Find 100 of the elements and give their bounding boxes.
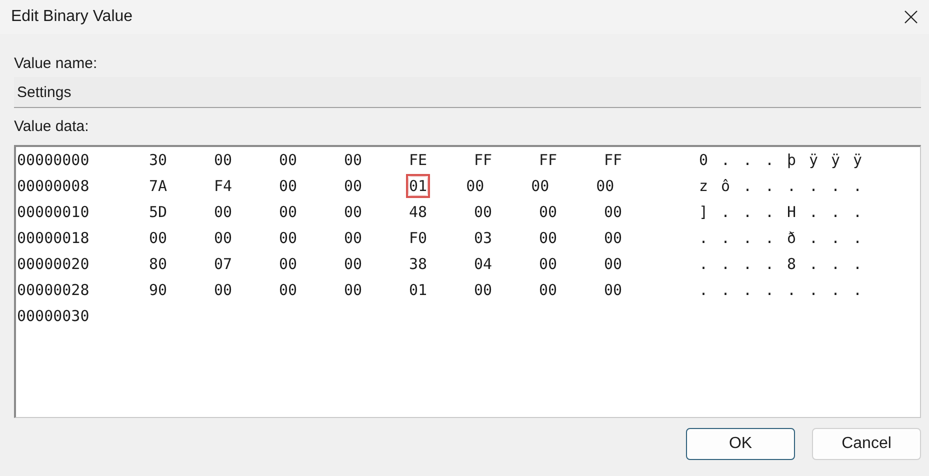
ascii-char: ÿ <box>809 151 820 169</box>
ascii-char: . <box>853 203 864 221</box>
hex-byte: 5D <box>149 203 168 221</box>
ascii-char: . <box>853 255 864 273</box>
hex-byte: 00 <box>279 229 298 247</box>
ascii-char: H <box>787 203 798 221</box>
address-text: 00000008 <box>16 177 90 195</box>
ascii-char: . <box>853 281 864 299</box>
cancel-button[interactable]: Cancel <box>812 428 921 460</box>
ascii-char: . <box>765 255 776 273</box>
hex-byte: 00 <box>344 255 364 273</box>
address-text: 00000020 <box>16 255 90 273</box>
hex-editor[interactable] <box>14 145 921 418</box>
hex-byte: 00 <box>344 151 364 169</box>
hex-byte: 00 <box>531 177 550 195</box>
hex-byte: 00 <box>344 203 364 221</box>
ascii-char: ÿ <box>831 151 842 169</box>
hex-byte: 00 <box>604 203 624 221</box>
hex-byte: FF <box>474 151 494 169</box>
close-icon[interactable] <box>904 10 918 24</box>
hex-byte: 30 <box>149 151 168 169</box>
ascii-char: . <box>721 255 732 273</box>
ascii-char: . <box>765 203 776 221</box>
hex-byte: 00 <box>596 177 616 195</box>
hex-byte: 00 <box>149 229 168 247</box>
hex-byte: 00 <box>214 281 234 299</box>
ascii-char: . <box>831 177 842 195</box>
hex-byte: 00 <box>344 281 364 299</box>
field-label: Value name: <box>14 54 98 74</box>
hex-byte: 48 <box>409 203 428 221</box>
ascii-char: . <box>699 229 710 247</box>
ascii-char: . <box>809 177 820 195</box>
ascii-char: . <box>765 281 776 299</box>
field-label: Value data: <box>14 117 90 137</box>
ascii-char: ] <box>699 203 710 221</box>
ascii-char: z <box>699 177 710 195</box>
hex-byte: 00 <box>344 229 364 247</box>
ascii-char: . <box>809 203 820 221</box>
ascii-char: . <box>853 177 864 195</box>
ascii-char: . <box>831 229 842 247</box>
ascii-char: . <box>831 281 842 299</box>
ascii-char: . <box>809 281 820 299</box>
ascii-char: ð <box>787 229 798 247</box>
address-text: 00000010 <box>16 203 90 221</box>
hex-byte: 01 <box>409 281 428 299</box>
hex-byte: FF <box>604 151 624 169</box>
ascii-char: 8 <box>787 255 798 273</box>
ok-button[interactable]: OK <box>686 428 795 460</box>
hex-byte: 00 <box>604 229 624 247</box>
hex-byte: 00 <box>279 151 298 169</box>
hex-byte: 00 <box>344 177 364 195</box>
ascii-char: 0 <box>699 151 710 169</box>
hex-byte: 00 <box>279 281 298 299</box>
hex-byte: 00 <box>474 203 494 221</box>
ascii-char: . <box>765 229 776 247</box>
window-title: Edit Binary Value <box>11 8 133 26</box>
value-name-field[interactable]: Settings <box>14 77 921 108</box>
ascii-char: ÿ <box>853 151 864 169</box>
ascii-char: . <box>721 203 732 221</box>
ascii-char: . <box>765 177 776 195</box>
address-text: 00000030 <box>16 307 90 325</box>
hex-byte: 00 <box>279 203 298 221</box>
hex-byte: 00 <box>214 151 234 169</box>
hex-byte: 00 <box>539 255 558 273</box>
hex-byte: 00 <box>604 281 624 299</box>
hex-byte: 38 <box>409 255 428 273</box>
ascii-char: . <box>743 177 754 195</box>
ascii-char: . <box>809 229 820 247</box>
hex-byte: F4 <box>214 177 234 195</box>
ascii-char: . <box>831 203 842 221</box>
hex-byte: 00 <box>214 229 234 247</box>
ascii-char: . <box>831 255 842 273</box>
hex-byte: 07 <box>214 255 234 273</box>
address-text: 00000028 <box>16 281 90 299</box>
hex-byte: 04 <box>474 255 494 273</box>
hex-byte: F0 <box>409 229 428 247</box>
ascii-char: . <box>809 255 820 273</box>
ascii-char: . <box>699 281 710 299</box>
ascii-char: . <box>743 281 754 299</box>
hex-byte: 80 <box>149 255 168 273</box>
address-text: 00000000 <box>16 151 90 169</box>
hex-byte: 7A <box>149 177 168 195</box>
hex-byte: 00 <box>466 177 486 195</box>
hex-byte: 00 <box>604 255 624 273</box>
hex-byte: FE <box>409 151 428 169</box>
ascii-char: . <box>743 203 754 221</box>
hex-byte: 90 <box>149 281 168 299</box>
hex-byte: 00 <box>279 255 298 273</box>
hex-byte: 00 <box>539 229 558 247</box>
ascii-char: . <box>743 255 754 273</box>
hex-byte: FF <box>539 151 558 169</box>
ascii-char: . <box>787 177 798 195</box>
ascii-char: . <box>743 151 754 169</box>
ascii-char: . <box>721 281 732 299</box>
hex-byte: 00 <box>539 203 558 221</box>
ascii-char: ô <box>721 177 732 195</box>
ascii-char: . <box>765 151 776 169</box>
ascii-char: þ <box>787 151 798 169</box>
ascii-char: . <box>699 255 710 273</box>
hex-byte: 00 <box>214 203 234 221</box>
